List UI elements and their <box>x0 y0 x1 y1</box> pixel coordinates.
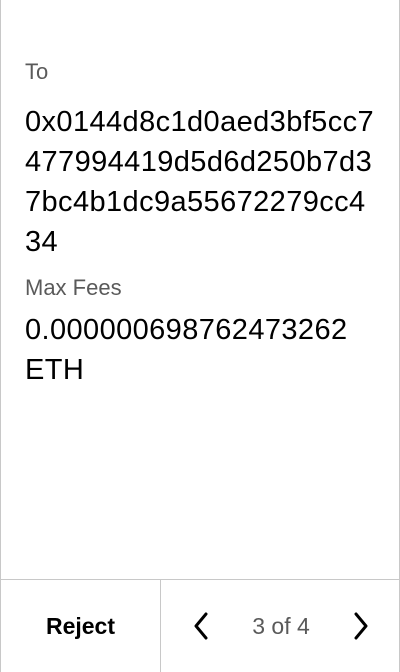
action-footer: Reject 3 of 4 <box>1 579 400 672</box>
to-address: 0x0144d8c1d0aed3bf5cc7477994419d5d6d250b… <box>25 106 375 258</box>
chevron-left-icon <box>194 612 208 640</box>
transaction-details: To 0x0144d8c1d0aed3bf5cc7477994419d5d6d2… <box>25 58 385 390</box>
max-fees-label: Max Fees <box>25 275 122 300</box>
page-navigator: 3 of 4 <box>161 580 400 672</box>
max-fees-value: 0.000000698762473262 ETH <box>25 314 348 386</box>
previous-page-button[interactable] <box>189 611 213 641</box>
transaction-review-screen: To 0x0144d8c1d0aed3bf5cc7477994419d5d6d2… <box>0 0 400 672</box>
reject-button[interactable]: Reject <box>1 580 161 672</box>
chevron-right-icon <box>354 612 368 640</box>
page-indicator: 3 of 4 <box>252 612 310 639</box>
to-label: To <box>25 59 49 84</box>
next-page-button[interactable] <box>349 611 373 641</box>
